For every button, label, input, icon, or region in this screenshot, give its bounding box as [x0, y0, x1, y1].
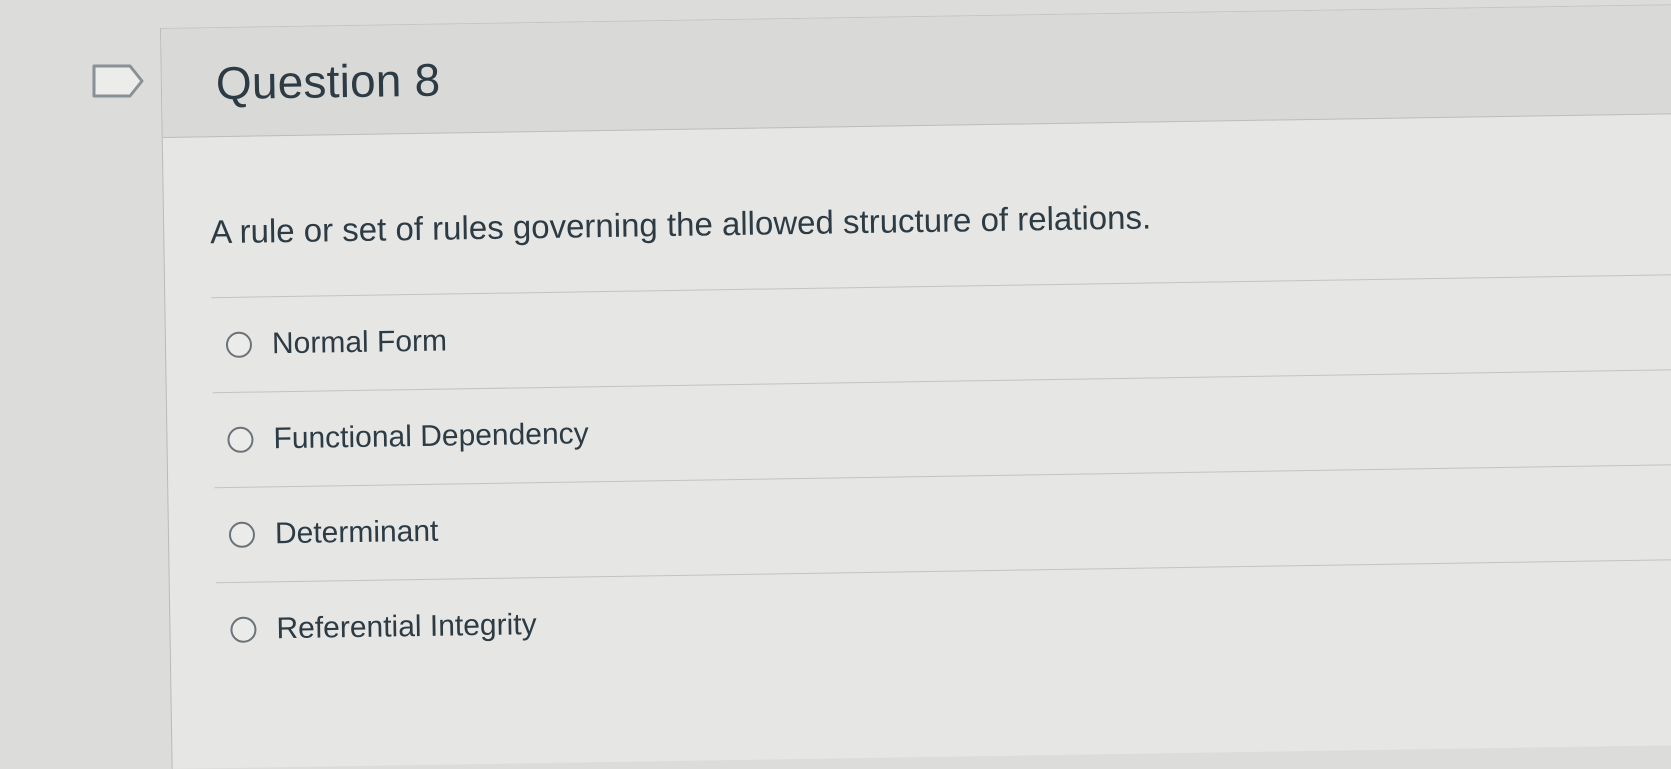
radio-button[interactable] — [230, 616, 257, 643]
radio-button[interactable] — [227, 426, 254, 453]
question-title: Question 8 — [215, 53, 441, 110]
question-card: Question 8 A rule or set of rules govern… — [160, 3, 1671, 769]
question-header: Question 8 — [161, 4, 1671, 138]
question-text: A rule or set of rules governing the all… — [209, 198, 1152, 251]
answer-label: Normal Form — [271, 324, 448, 361]
answer-label: Determinant — [274, 514, 439, 551]
answer-list: Normal Form Functional Dependency Determ… — [211, 273, 1671, 678]
radio-button[interactable] — [225, 331, 253, 359]
bookmark-flag-icon[interactable] — [92, 64, 146, 98]
answer-label: Functional Dependency — [273, 417, 589, 456]
answer-label: Referential Integrity — [276, 608, 537, 646]
radio-button[interactable] — [228, 521, 256, 548]
